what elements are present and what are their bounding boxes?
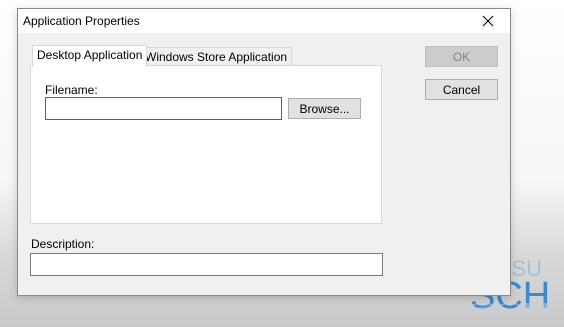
ok-button-label: OK <box>452 49 471 64</box>
close-button[interactable] <box>466 9 510 33</box>
filename-input[interactable] <box>45 97 282 120</box>
tab-windows-store-application[interactable]: Windows Store Application <box>140 47 293 67</box>
logo-reflection: SCH <box>470 300 550 315</box>
description-label: Description: <box>31 237 95 251</box>
tab-desktop-application[interactable]: Desktop Application <box>32 45 148 67</box>
browse-button[interactable]: Browse... <box>288 98 361 119</box>
tab-windows-store-application-label: Windows Store Application <box>145 50 288 64</box>
tab-panel-desktop-application: Filename: Browse... <box>30 65 382 224</box>
tab-desktop-application-label: Desktop Application <box>37 48 143 62</box>
cancel-button-label: Cancel <box>442 82 481 97</box>
title-bar[interactable]: Application Properties <box>18 9 510 33</box>
browse-button-label: Browse... <box>299 101 350 116</box>
application-properties-dialog: Application Properties Desktop Applicati… <box>17 8 511 296</box>
cancel-button[interactable]: Cancel <box>425 79 498 100</box>
filename-label: Filename: <box>45 83 98 97</box>
description-input[interactable] <box>30 253 383 276</box>
dialog-title: Application Properties <box>23 14 140 28</box>
close-icon <box>482 15 494 27</box>
ok-button[interactable]: OK <box>425 46 498 67</box>
